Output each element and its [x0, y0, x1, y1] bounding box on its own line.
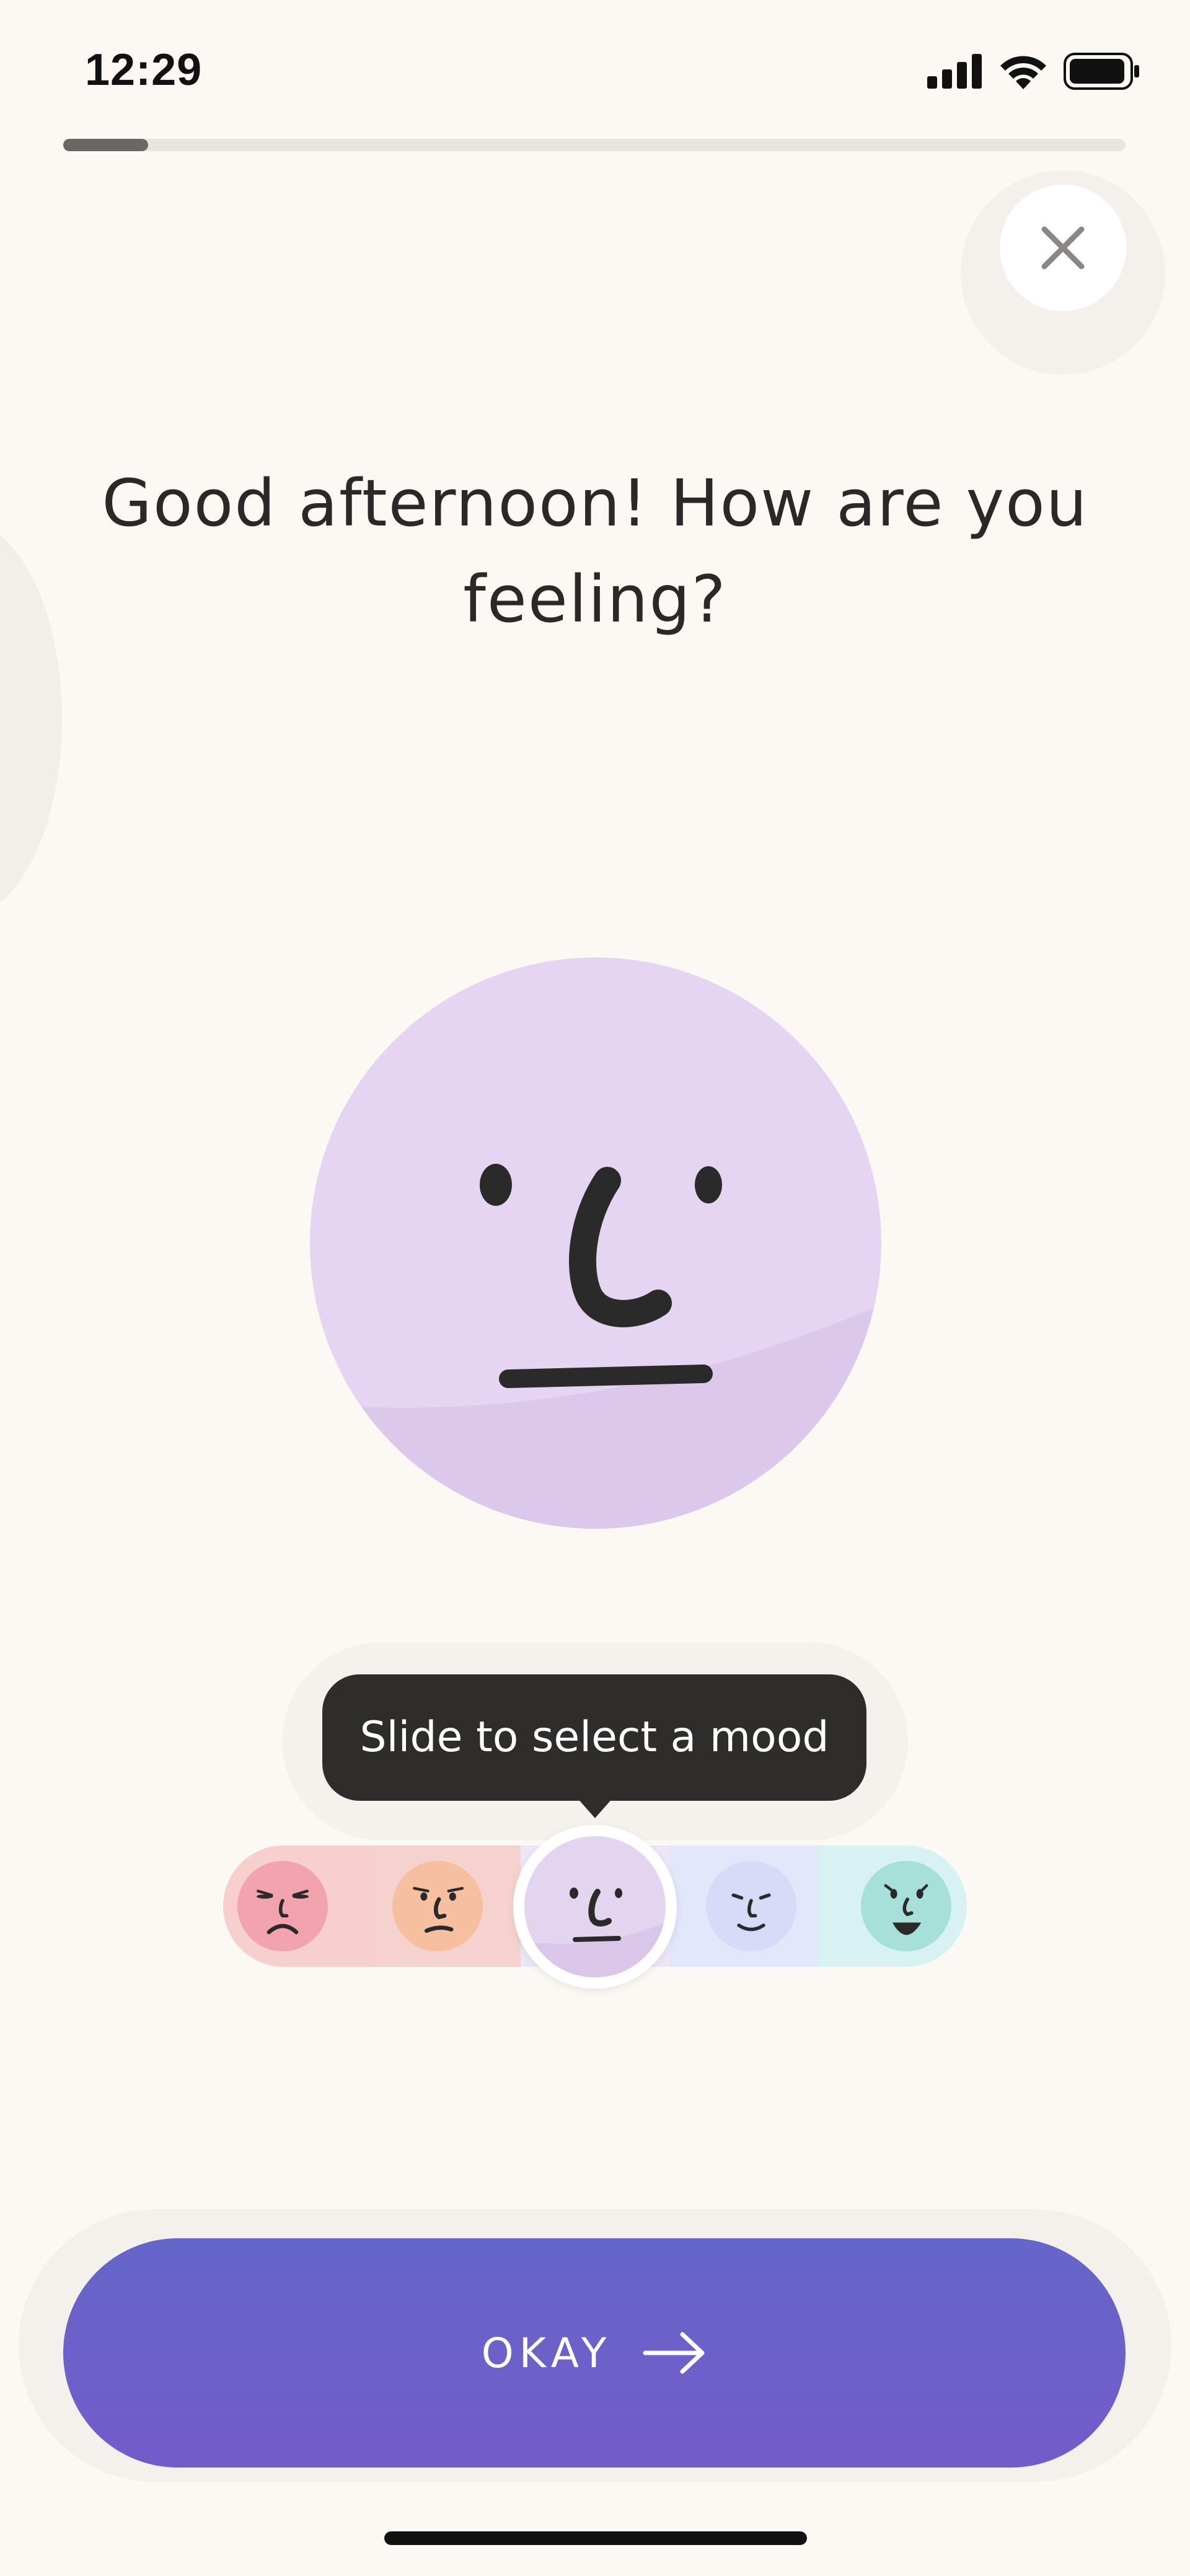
- neutral-face-icon: [524, 1836, 666, 1977]
- very-sad-face-icon[interactable]: [237, 1861, 328, 1951]
- slide-tooltip: Slide to select a mood: [322, 1674, 866, 1801]
- close-icon: [1041, 226, 1085, 270]
- progress-fill: [63, 139, 149, 151]
- arrow-right-icon: [643, 2332, 705, 2374]
- okay-button-label: OKAY: [481, 2329, 612, 2377]
- close-button[interactable]: [1000, 185, 1126, 311]
- status-icons: [927, 53, 1140, 90]
- content-face-icon[interactable]: [706, 1861, 796, 1951]
- progress-bar: [63, 139, 1126, 151]
- wifi-icon: [1000, 56, 1046, 89]
- sad-face-icon[interactable]: [392, 1861, 483, 1951]
- background-decoration: [0, 521, 62, 917]
- mood-checkin-screen: 12:29 Good afternoon! How are you feelin…: [0, 0, 1190, 2576]
- battery-icon: [1064, 53, 1139, 90]
- happy-face-icon[interactable]: [861, 1861, 951, 1951]
- page-title: Good afternoon! How are you feeling?: [102, 465, 1088, 637]
- cellular-signal-icon: [927, 54, 982, 89]
- okay-button[interactable]: OKAY: [63, 2238, 1126, 2468]
- mood-slider-thumb[interactable]: [513, 1825, 677, 1989]
- neutral-face-icon: [310, 957, 881, 1529]
- home-indicator: [384, 2531, 807, 2545]
- status-time: 12:29: [85, 45, 203, 95]
- tooltip-arrow: [576, 1797, 614, 1818]
